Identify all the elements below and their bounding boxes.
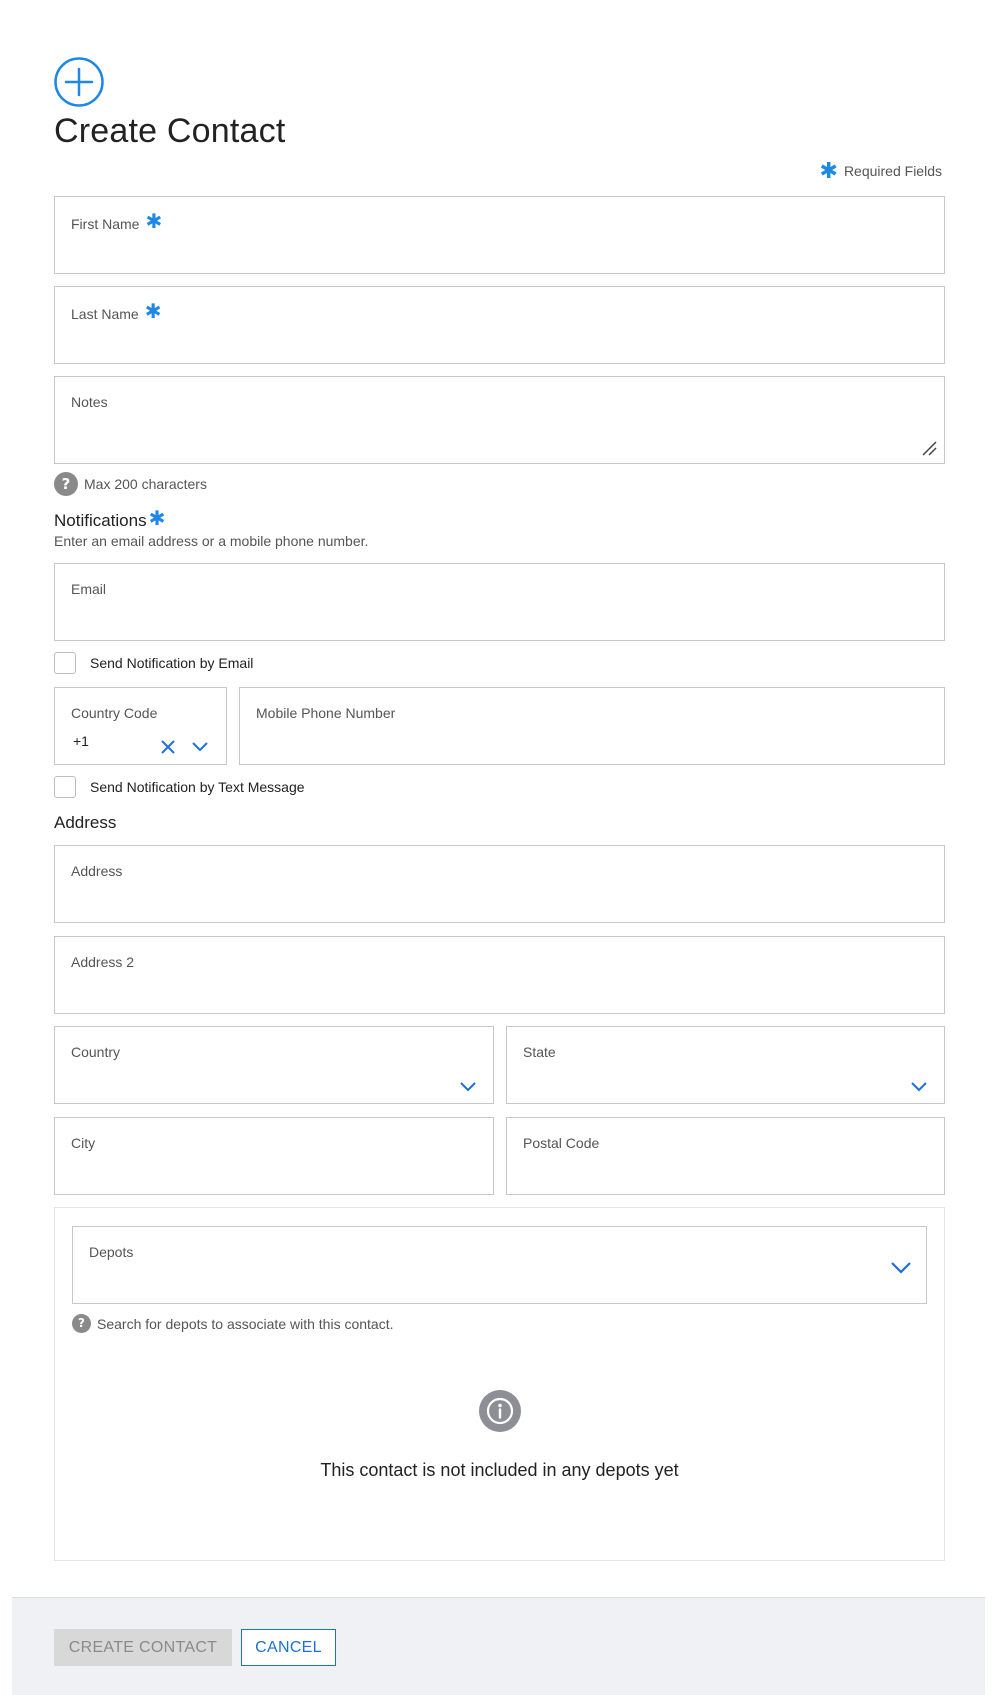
asterisk-icon: ✱ (819, 158, 838, 183)
asterisk-icon: ✱ (145, 211, 163, 233)
page-title: Create Contact (54, 112, 286, 150)
chevron-down-icon[interactable] (459, 1081, 477, 1093)
address2-label: Address 2 (71, 954, 135, 970)
notes-textarea[interactable]: Notes (54, 376, 945, 464)
depots-help: ? Search for depots to associate with th… (72, 1314, 394, 1333)
notes-label: Notes (71, 394, 108, 410)
send-text-checkbox[interactable] (54, 776, 76, 798)
required-legend-text: Required Fields (843, 163, 942, 179)
send-text-label: Send Notification by Text Message (90, 779, 305, 795)
notifications-title: Notifications ✱ (54, 508, 166, 530)
state-select[interactable]: State (506, 1026, 945, 1104)
notes-help: ? Max 200 characters (54, 472, 207, 496)
first-name-label: First Name (71, 216, 140, 232)
asterisk-icon: ✱ (144, 301, 162, 323)
depots-select[interactable]: Depots (72, 1226, 927, 1304)
country-label: Country (71, 1044, 121, 1060)
required-legend: ✱ Required Fields (820, 160, 943, 182)
first-name-field[interactable]: First Name ✱ (54, 196, 945, 274)
cancel-button[interactable]: CANCEL (241, 1629, 336, 1666)
city-field[interactable]: City (54, 1117, 494, 1195)
question-circle-icon: ? (72, 1314, 91, 1333)
chevron-down-icon[interactable] (890, 1261, 912, 1275)
depots-panel: Depots ? Search for depots to associate … (54, 1207, 945, 1561)
footer-bar: CREATE CONTACT CANCEL (12, 1597, 985, 1695)
chevron-down-icon[interactable] (910, 1081, 928, 1093)
email-label: Email (71, 581, 107, 597)
send-email-checkbox[interactable] (54, 652, 76, 674)
notifications-subtitle: Enter an email address or a mobile phone… (54, 533, 369, 549)
state-label: State (523, 1044, 556, 1060)
send-email-label: Send Notification by Email (90, 655, 254, 671)
send-email-row[interactable]: Send Notification by Email (54, 652, 253, 674)
asterisk-icon: ✱ (148, 508, 166, 530)
address-title: Address (54, 813, 117, 832)
depots-empty-message: This contact is not included in any depo… (320, 1460, 679, 1480)
postal-code-field[interactable]: Postal Code (506, 1117, 945, 1195)
last-name-label: Last Name (71, 306, 139, 322)
close-icon[interactable] (160, 739, 176, 755)
country-select[interactable]: Country (54, 1026, 494, 1104)
address-field[interactable]: Address (54, 845, 945, 923)
country-code-select[interactable]: Country Code +1 (54, 687, 227, 765)
send-text-row[interactable]: Send Notification by Text Message (54, 776, 305, 798)
mobile-phone-label: Mobile Phone Number (256, 705, 396, 721)
info-circle-icon (479, 1390, 521, 1432)
address2-field[interactable]: Address 2 (54, 936, 945, 1014)
question-circle-icon: ? (54, 472, 78, 496)
country-code-label: Country Code (71, 705, 158, 721)
depots-label: Depots (89, 1244, 134, 1260)
city-label: City (71, 1135, 96, 1151)
email-field[interactable]: Email (54, 563, 945, 641)
postal-code-label: Postal Code (523, 1135, 600, 1151)
address-label: Address (71, 863, 123, 879)
mobile-phone-field[interactable]: Mobile Phone Number (239, 687, 945, 765)
country-code-value: +1 (73, 733, 89, 749)
create-contact-button[interactable]: CREATE CONTACT (54, 1629, 232, 1666)
chevron-down-icon[interactable] (191, 741, 209, 753)
depots-help-text: Search for depots to associate with this… (97, 1315, 394, 1332)
last-name-field[interactable]: Last Name ✱ (54, 286, 945, 364)
plus-circle-icon (54, 57, 104, 107)
resize-handle-icon[interactable] (920, 439, 938, 457)
notes-help-text: Max 200 characters (84, 476, 207, 492)
